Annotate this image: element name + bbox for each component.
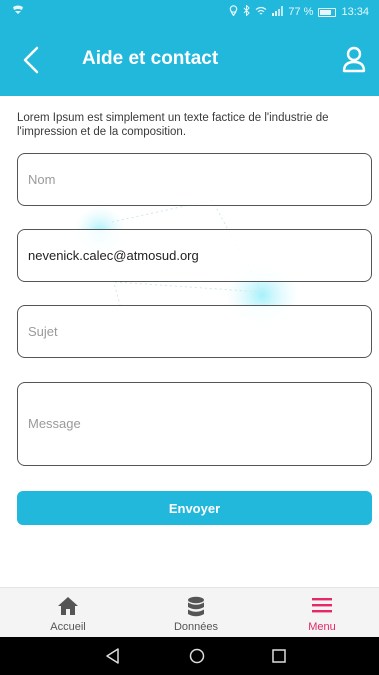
nav-item-home[interactable]: Accueil	[5, 588, 131, 638]
wifi-icon	[255, 6, 267, 19]
page-title: Aide et contact	[82, 48, 219, 69]
intro-text: Lorem Ipsum est simplement un texte fact…	[17, 112, 329, 138]
battery-percent: 77 %	[288, 6, 314, 18]
home-circle-icon[interactable]	[186, 646, 208, 666]
database-icon	[188, 596, 204, 617]
back-triangle-icon[interactable]	[102, 646, 124, 666]
nav-label: Menu	[308, 621, 336, 633]
notification-icon	[12, 5, 24, 18]
nav-label: Données	[173, 621, 219, 633]
bottom-nav: Accueil Données Menu	[0, 587, 379, 637]
nav-label: Accueil	[50, 621, 86, 633]
chevron-left-icon	[23, 46, 39, 74]
battery-icon	[318, 7, 337, 17]
signal-icon	[272, 5, 284, 19]
home-icon	[58, 597, 78, 615]
hamburger-menu-icon	[312, 598, 332, 613]
send-button[interactable]: Envoyer	[17, 491, 372, 525]
message-field[interactable]	[17, 382, 372, 466]
profile-button[interactable]	[339, 44, 369, 76]
clock: 13:34	[341, 6, 369, 18]
nav-item-menu[interactable]: Menu	[259, 588, 379, 638]
status-bar: 77 % 13:34	[0, 0, 379, 24]
user-icon	[342, 46, 366, 73]
bluetooth-icon	[243, 4, 251, 19]
nav-item-data[interactable]: Données	[133, 588, 259, 638]
recents-square-icon[interactable]	[268, 646, 290, 666]
back-button[interactable]	[16, 40, 50, 80]
location-icon	[229, 5, 238, 19]
email-field[interactable]	[17, 229, 372, 282]
subject-field[interactable]	[17, 305, 372, 358]
system-nav-bar	[0, 637, 379, 675]
app-header: Aide et contact	[0, 24, 379, 96]
name-field[interactable]	[17, 153, 372, 206]
